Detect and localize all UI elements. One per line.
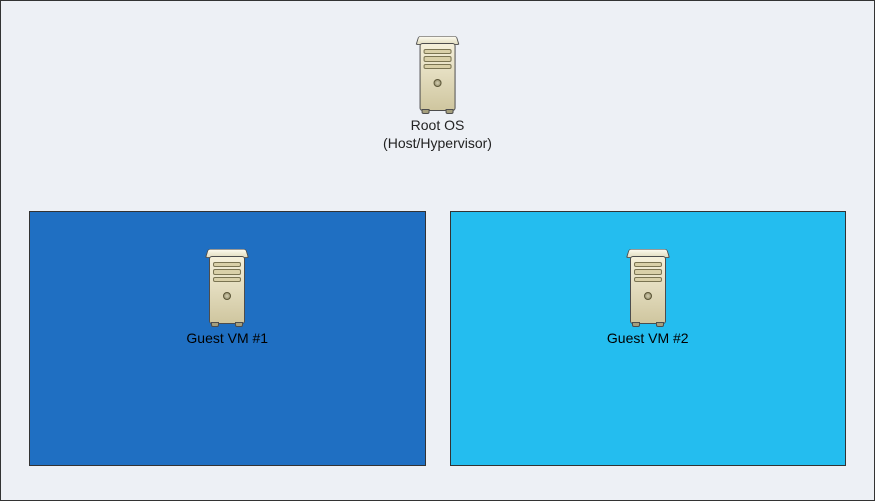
guest-vm-1-box: Guest VM #1 [29, 211, 426, 466]
server-tower-icon [622, 244, 674, 324]
server-tower-icon [201, 244, 253, 324]
guest-vm-row: Guest VM #1 Guest VM #2 [29, 211, 846, 466]
guest-vm-2-box: Guest VM #2 [450, 211, 847, 466]
root-os-label-line2: (Host/Hypervisor) [383, 135, 492, 151]
root-os-label-line1: Root OS [411, 117, 465, 133]
root-os-section: Root OS (Host/Hypervisor) [383, 31, 492, 152]
server-tower-icon [412, 31, 464, 111]
root-os-label: Root OS (Host/Hypervisor) [383, 117, 492, 152]
guest-vm-1-label: Guest VM #1 [186, 330, 268, 346]
guest-vm-2-label: Guest VM #2 [607, 330, 689, 346]
